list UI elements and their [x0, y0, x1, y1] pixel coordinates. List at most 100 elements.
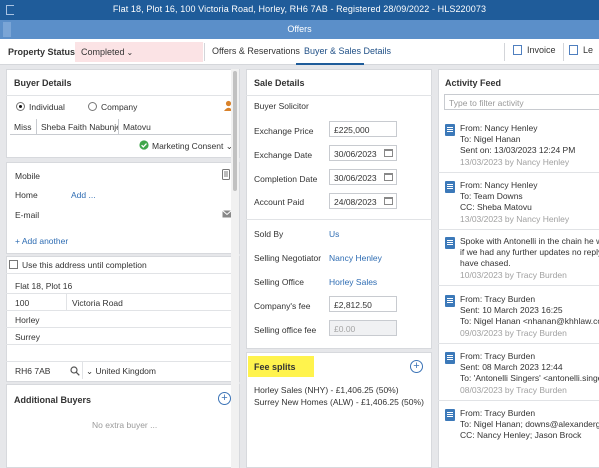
- divider: [438, 229, 599, 230]
- activity-line[interactable]: Sent: 08 March 2023 12:44: [460, 362, 563, 372]
- sold-by-value[interactable]: Us: [329, 229, 339, 239]
- address-line1-field[interactable]: Flat 18, Plot 16: [15, 281, 72, 291]
- chevron-down-icon: ⌄: [86, 366, 94, 376]
- property-status-value: Completed: [81, 47, 125, 57]
- divider: [246, 219, 432, 220]
- add-fee-split-button[interactable]: +: [410, 360, 423, 373]
- house-number-field[interactable]: 100: [15, 298, 29, 308]
- window-titlebar: Flat 18, Plot 16, 100 Victoria Road, Hor…: [0, 0, 599, 20]
- calendar-icon[interactable]: [384, 197, 393, 205]
- sale-details-title: Sale Details: [254, 78, 305, 88]
- company-label: Company: [101, 102, 138, 112]
- activity-line[interactable]: To: 'Antonelli Singers' <antonelli.singe…: [460, 373, 599, 383]
- country-value: United Kingdom: [95, 366, 156, 376]
- surname-field[interactable]: Matovu: [118, 119, 232, 135]
- invoice-button[interactable]: Invoice: [513, 45, 556, 55]
- fee-splits-title: Fee splits: [254, 362, 296, 372]
- completion-date-label: Completion Date: [254, 174, 318, 184]
- activity-line[interactable]: Spoke with Antonelli in the chain he w: [460, 236, 599, 246]
- calendar-icon[interactable]: [384, 149, 393, 157]
- selling-office-link[interactable]: Horley Sales: [329, 277, 377, 287]
- completion-date-input[interactable]: 30/06/2023: [329, 169, 397, 185]
- company-fee-label: Company's fee: [254, 301, 311, 311]
- divider: [563, 43, 564, 61]
- mobile-label: Mobile: [15, 171, 41, 181]
- country-select[interactable]: ⌄ United Kingdom: [86, 366, 156, 377]
- account-paid-label: Account Paid: [254, 197, 305, 207]
- activity-line[interactable]: To: Nigel Hanan: [460, 134, 520, 144]
- selling-office-fee-input: £0.00: [329, 320, 397, 336]
- add-another-link[interactable]: + Add another: [15, 236, 68, 246]
- divider: [438, 343, 599, 344]
- active-tab-indicator: [296, 63, 364, 65]
- activity-line[interactable]: From: Nancy Henley: [460, 123, 537, 133]
- home-add-link[interactable]: Add ...: [71, 190, 96, 200]
- exchange-date-input[interactable]: 30/06/2023: [329, 145, 397, 161]
- activity-filter-input[interactable]: Type to filter activity: [444, 94, 599, 110]
- email-entry-icon: [445, 409, 455, 421]
- forenames-field[interactable]: Sheba Faith Nabunje: [36, 119, 118, 135]
- buyer-details-title: Buyer Details: [14, 78, 72, 88]
- chevron-down-icon: ⌄: [126, 48, 134, 57]
- tab-offers-reservations[interactable]: Offers & Reservations: [212, 46, 300, 56]
- selling-negotiator-label: Selling Negotiator: [254, 253, 322, 263]
- activity-line[interactable]: have chased.: [460, 258, 511, 268]
- fee-split-row: Surrey New Homes (ALW) - £1,406.25 (50%): [254, 397, 424, 407]
- divider: [82, 361, 83, 379]
- marketing-consent-label: Marketing Consent: [152, 141, 224, 151]
- activity-meta: 08/03/2023 by Tracy Burden: [460, 385, 567, 395]
- fee-split-row: Horley Sales (NHY) - £1,406.25 (50%): [254, 385, 399, 395]
- town-field[interactable]: Horley: [15, 315, 40, 325]
- address-card: [6, 256, 240, 382]
- individual-radio[interactable]: [16, 102, 25, 111]
- exchange-price-input[interactable]: £225,000: [329, 121, 397, 137]
- activity-line[interactable]: From: Nancy Henley: [460, 180, 537, 190]
- activity-line[interactable]: CC: Nancy Henley; Jason Brock: [460, 430, 581, 440]
- calendar-icon[interactable]: [384, 173, 393, 181]
- activity-line[interactable]: To: Team Downs: [460, 191, 523, 201]
- activity-line[interactable]: if we had any further updates no reply: [460, 247, 599, 257]
- activity-meta: 13/03/2023 by Nancy Henley: [460, 157, 570, 167]
- activity-meta: 13/03/2023 by Nancy Henley: [460, 214, 570, 224]
- search-icon[interactable]: [70, 366, 80, 376]
- email-label: E-mail: [15, 210, 40, 220]
- property-status-select[interactable]: Completed ⌄: [75, 42, 203, 62]
- individual-label: Individual: [29, 102, 65, 112]
- activity-line[interactable]: Sent: 10 March 2023 16:25: [460, 305, 563, 315]
- activity-meta: 10/03/2023 by Tracy Burden: [460, 270, 567, 280]
- titlebar-text: Flat 18, Plot 16, 100 Victoria Road, Hor…: [112, 4, 487, 14]
- divider: [438, 172, 599, 173]
- buyer-scrollbar-thumb[interactable]: [233, 71, 237, 191]
- activity-line[interactable]: To: Nigel Hanan; downs@alexandergra: [460, 419, 599, 429]
- company-radio[interactable]: [88, 102, 97, 111]
- activity-line[interactable]: Sent on: 13/03/2023 12:24 PM: [460, 145, 575, 155]
- activity-line[interactable]: CC: Sheba Matovu: [460, 202, 532, 212]
- divider: [6, 273, 232, 274]
- activity-line[interactable]: From: Tracy Burden: [460, 351, 535, 361]
- property-status-label: Property Status: [8, 47, 76, 57]
- check-circle-icon: [139, 140, 149, 150]
- buyer-title-field[interactable]: Miss: [10, 119, 36, 135]
- divider: [66, 293, 67, 310]
- use-address-label: Use this address until completion: [22, 260, 147, 270]
- marketing-consent-toggle[interactable]: Marketing Consent ⌄: [152, 141, 233, 152]
- activity-line[interactable]: To: Nigel Hanan <nhanan@khhlaw.co.: [460, 316, 599, 326]
- street-field[interactable]: Victoria Road: [72, 298, 123, 308]
- add-buyer-button[interactable]: +: [218, 392, 231, 405]
- use-address-checkbox[interactable]: [9, 260, 18, 269]
- le-button[interactable]: Le: [569, 45, 593, 55]
- exchange-price-label: Exchange Price: [254, 126, 314, 136]
- divider: [6, 310, 232, 311]
- selling-negotiator-link[interactable]: Nancy Henley: [329, 253, 382, 263]
- account-paid-input[interactable]: 24/08/2023: [329, 193, 397, 209]
- company-fee-input[interactable]: £2,812.50: [329, 296, 397, 312]
- activity-line[interactable]: From: Tracy Burden: [460, 408, 535, 418]
- tab-buyer-sales-details[interactable]: Buyer & Sales Details: [304, 46, 391, 56]
- exchange-date-label: Exchange Date: [254, 150, 313, 160]
- activity-feed-title: Activity Feed: [445, 78, 502, 88]
- divider: [438, 400, 599, 401]
- postcode-field[interactable]: RH6 7AB: [15, 366, 50, 376]
- email-entry-icon: [445, 181, 455, 193]
- activity-line[interactable]: From: Tracy Burden: [460, 294, 535, 304]
- county-field[interactable]: Surrey: [15, 332, 40, 342]
